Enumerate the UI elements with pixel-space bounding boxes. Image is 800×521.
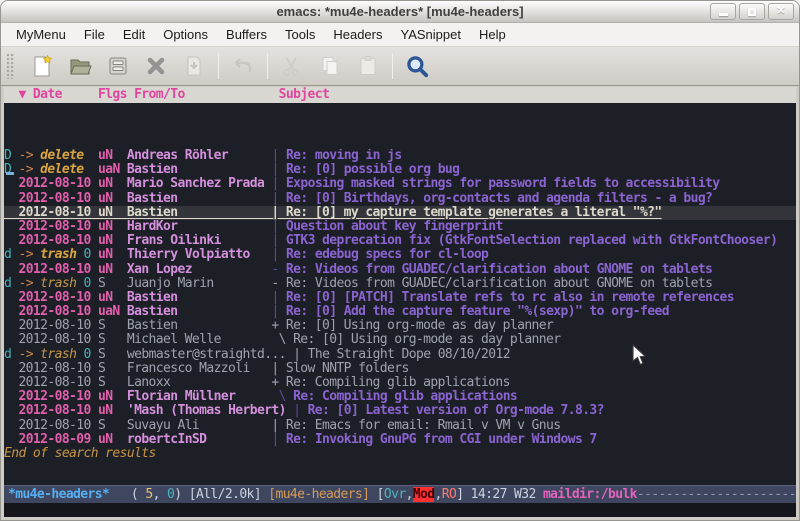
open-folder-icon — [68, 54, 92, 78]
window-title: emacs: *mu4e-headers* [mu4e-headers] — [1, 4, 799, 19]
new-document-icon — [30, 54, 54, 78]
message-row[interactable]: 2012-08-10 uN HardKor | Question about k… — [4, 220, 796, 234]
message-row[interactable]: d -> trash 0 S Juanjo Marin - Re: Videos… — [4, 277, 796, 291]
message-row[interactable]: 2012-08-10 S Bastien + Re: [0] Using org… — [4, 319, 796, 333]
undo-icon — [231, 54, 255, 78]
cut-button[interactable] — [273, 50, 311, 82]
toolbar — [1, 47, 799, 86]
menu-buffers[interactable]: Buffers — [217, 24, 276, 45]
toolbar-separator — [392, 53, 393, 79]
mouse-pointer — [632, 344, 648, 366]
paste-icon — [356, 54, 380, 78]
open-folder-button[interactable] — [61, 50, 99, 82]
toolbar-separator — [267, 53, 268, 79]
close-button[interactable]: ✕ — [768, 3, 794, 20]
emacs-frame: ▼ Date Flgs From/To Subject D -> delete … — [4, 87, 796, 517]
message-row[interactable]: 2012-08-10 uN 'Mash (Thomas Herbert) | R… — [4, 404, 796, 418]
menu-tools[interactable]: Tools — [276, 24, 324, 45]
message-row[interactable]: D -> delete uN Andreas Röhler | Re: movi… — [4, 149, 796, 163]
undo-button[interactable] — [224, 50, 262, 82]
message-row[interactable]: 2012-08-10 S Francesco Mazzoli | Slow NN… — [4, 362, 796, 376]
message-list: D -> delete uN Andreas Röhler | Re: movi… — [4, 103, 796, 485]
copy-icon — [318, 54, 342, 78]
save-as-button[interactable] — [175, 50, 213, 82]
message-row[interactable]: 2012-08-10 uN Frans Oilinki | GTK3 depre… — [4, 234, 796, 248]
minimize-icon — [719, 13, 728, 16]
save-button[interactable] — [99, 50, 137, 82]
message-row[interactable]: 2012-08-10 uN Bastien | Re: [0] [PATCH] … — [4, 291, 796, 305]
menu-mymenu[interactable]: MyMenu — [7, 24, 75, 45]
menu-help[interactable]: Help — [470, 24, 515, 45]
message-row[interactable]: 2012-08-10 uN Bastien | Re: [0] Birthday… — [4, 192, 796, 206]
close-icon: ✕ — [776, 6, 785, 17]
text-cursor — [6, 172, 14, 175]
save-icon — [106, 54, 130, 78]
maximize-icon — [748, 8, 756, 16]
echo-area[interactable] — [4, 503, 796, 517]
message-row[interactable]: 2012-08-10 S Lanoxx + Re: Compiling glib… — [4, 376, 796, 390]
save-as-icon — [182, 54, 206, 78]
message-row-current[interactable]: 2012-08-10 uN Bastien | Re: [0] my captu… — [4, 206, 796, 220]
window-controls: ✕ — [710, 3, 794, 20]
message-row[interactable]: 2012-08-10 uN Mario Sanchez Prada | Expo… — [4, 177, 796, 191]
end-of-search-results: End of search results — [4, 447, 796, 461]
menu-file[interactable]: File — [75, 24, 114, 45]
menu-headers[interactable]: Headers — [324, 24, 391, 45]
toolbar-separator — [218, 53, 219, 79]
paste-button[interactable] — [349, 50, 387, 82]
maximize-button[interactable] — [739, 3, 765, 20]
message-row[interactable]: D -> delete uaN Bastien | Re: [0] possib… — [4, 163, 796, 177]
message-row[interactable]: 2012-08-09 uN robertcInSD | Re: Invoking… — [4, 433, 796, 447]
message-row[interactable]: 2012-08-10 S Michael Welle \ Re: [0] Usi… — [4, 333, 796, 347]
cut-icon — [280, 54, 304, 78]
search-icon — [404, 53, 430, 79]
title-bar[interactable]: emacs: *mu4e-headers* [mu4e-headers] ✕ — [1, 1, 799, 23]
minimize-button[interactable] — [710, 3, 736, 20]
menu-bar: MyMenuFileEditOptionsBuffersToolsHeaders… — [1, 23, 799, 47]
message-row[interactable]: d -> trash 0 S webmaster@straightd... | … — [4, 348, 796, 362]
copy-button[interactable] — [311, 50, 349, 82]
new-document-button[interactable] — [23, 50, 61, 82]
menu-options[interactable]: Options — [154, 24, 217, 45]
message-row[interactable]: 2012-08-10 S Suvayu Ali | Re: Emacs for … — [4, 419, 796, 433]
headers-column-header: ▼ Date Flgs From/To Subject — [4, 87, 796, 103]
search-button[interactable] — [398, 50, 436, 82]
close-buffer-icon — [144, 54, 168, 78]
message-row[interactable]: 2012-08-10 uN Florian Müllner \ Re: Comp… — [4, 390, 796, 404]
message-row[interactable]: 2012-08-10 uaN Bastien | Re: [0] Add the… — [4, 305, 796, 319]
toolbar-grip[interactable] — [6, 53, 15, 79]
close-buffer-button[interactable] — [137, 50, 175, 82]
message-row[interactable]: 2012-08-10 uN Xan Lopez - Re: Videos fro… — [4, 263, 796, 277]
mode-line[interactable]: *mu4e-headers* ( 5, 0) [All/2.0k] [mu4e-… — [4, 485, 796, 503]
message-row[interactable]: d -> trash 0 uN Thierry Volpiatto | Re: … — [4, 248, 796, 262]
emacs-window: emacs: *mu4e-headers* [mu4e-headers] ✕ M… — [0, 0, 800, 521]
menu-yasnippet[interactable]: YASnippet — [391, 24, 469, 45]
menu-edit[interactable]: Edit — [114, 24, 154, 45]
